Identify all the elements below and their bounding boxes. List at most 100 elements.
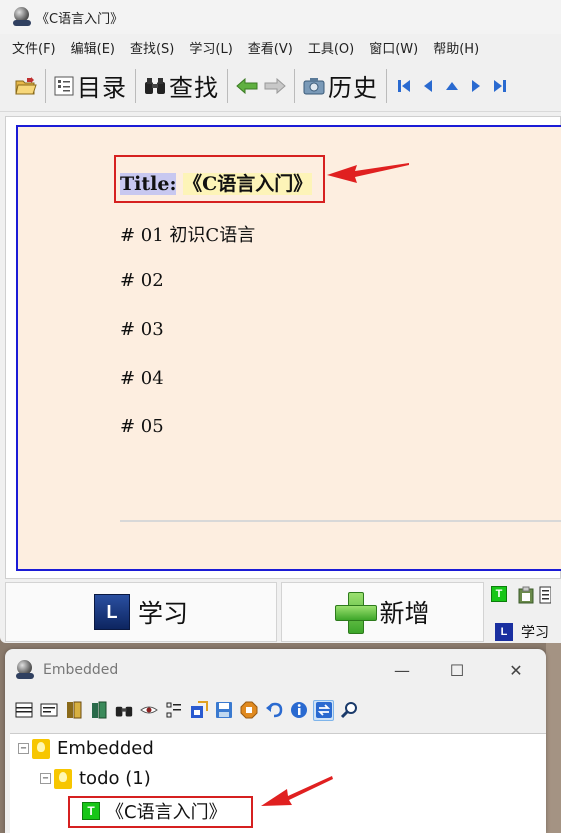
menu-view[interactable]: 查看(V) — [248, 38, 293, 57]
heading-03[interactable]: # 03 — [120, 319, 164, 340]
arrow-left-icon — [236, 77, 258, 94]
learn-button[interactable]: L 学习 — [5, 582, 277, 642]
lightbulb-icon — [32, 738, 50, 759]
minimize-icon[interactable]: — — [391, 659, 413, 681]
toc-icon — [54, 76, 74, 95]
learn-label: 学习 — [137, 599, 188, 628]
collapse-icon[interactable]: − — [18, 743, 29, 754]
close-icon[interactable]: ✕ — [505, 659, 527, 681]
skip-first-icon — [398, 79, 410, 92]
undo-icon[interactable] — [263, 700, 284, 721]
toolbar-separator — [227, 68, 228, 103]
menu-bar: 文件(F) 编辑(E) 查找(S) 学习(L) 查看(V) 工具(O) 窗口(W… — [0, 34, 561, 60]
next-button[interactable] — [464, 67, 488, 105]
find-button[interactable]: 查找 — [141, 67, 222, 105]
add-label: 新增 — [379, 599, 430, 628]
main-toolbar: 目录 查找 历史 — [0, 60, 561, 112]
first-page-button[interactable] — [392, 67, 416, 105]
menu-help[interactable]: 帮助(H) — [433, 38, 479, 57]
menu-window[interactable]: 窗口(W) — [369, 38, 418, 57]
heading-04[interactable]: # 04 — [120, 368, 164, 389]
title-bar: 《C语言入门》 — [0, 0, 561, 34]
binoculars-icon — [145, 77, 165, 94]
last-page-button[interactable] — [488, 67, 512, 105]
lightbulb-icon — [54, 768, 72, 789]
add-button[interactable]: 新增 — [281, 582, 484, 642]
menu-edit[interactable]: 编辑(E) — [71, 38, 115, 57]
menu-tools[interactable]: 工具(O) — [308, 38, 354, 57]
title-label: Title: — [120, 173, 177, 195]
document-view[interactable]: Title: 《C语言入门》 # 01 初识C语言 # 02 # 03 # 04… — [16, 125, 561, 571]
tree-todo-label: todo (1) — [79, 768, 151, 789]
back-button[interactable] — [233, 67, 261, 105]
title-value: 《C语言入门》 — [183, 173, 313, 195]
magnifier-icon[interactable] — [338, 700, 359, 721]
heading-02[interactable]: # 02 — [120, 270, 164, 291]
up-button[interactable] — [440, 67, 464, 105]
document-title: Title: 《C语言入门》 — [120, 169, 313, 196]
divider-line — [120, 520, 561, 522]
toc-label: 目录 — [77, 74, 127, 102]
prev-button[interactable] — [416, 67, 440, 105]
window-title: 《C语言入门》 — [36, 11, 124, 27]
menu-file[interactable]: 文件(F) — [12, 38, 56, 57]
save-icon[interactable] — [213, 700, 234, 721]
arrow-right-icon — [264, 77, 286, 94]
document-frame: Title: 《C语言入门》 # 01 初识C语言 # 02 # 03 # 04… — [5, 116, 561, 579]
toc-button[interactable]: 目录 — [51, 67, 130, 105]
stop-icon[interactable] — [238, 700, 259, 721]
leaf-highlight-box — [68, 796, 253, 828]
open-folder-button[interactable] — [12, 67, 40, 105]
main-window: 《C语言入门》 文件(F) 编辑(E) 查找(S) 学习(L) 查看(V) 工具… — [0, 0, 561, 643]
history-label: 历史 — [328, 74, 378, 102]
outline-icon[interactable] — [163, 700, 184, 721]
toolbar-separator — [45, 68, 46, 103]
book-icon[interactable] — [63, 700, 84, 721]
find-label: 查找 — [169, 74, 219, 102]
skip-last-icon — [494, 79, 506, 92]
tree-node-todo[interactable]: − todo (1) — [40, 768, 151, 789]
heading-05[interactable]: # 05 — [120, 416, 164, 437]
triangle-left-icon — [424, 79, 432, 92]
heading-01[interactable]: # 01 初识C语言 — [120, 221, 255, 247]
open-folder-icon — [15, 76, 37, 94]
embedded-title: Embedded — [43, 662, 119, 678]
mini-t-icon[interactable]: T — [491, 586, 507, 602]
toolbar-separator — [294, 68, 295, 103]
binoculars-icon[interactable] — [113, 700, 134, 721]
mini-learn-item[interactable]: L 学习 — [495, 622, 549, 642]
menu-learn[interactable]: 学习(L) — [189, 38, 232, 57]
tree-node-root[interactable]: − Embedded — [18, 738, 154, 759]
embedded-toolbar — [5, 691, 546, 729]
history-button[interactable]: 历史 — [300, 67, 381, 105]
clipboard-icon[interactable] — [517, 586, 535, 604]
triangle-right-icon — [472, 79, 480, 92]
info-icon[interactable] — [288, 700, 309, 721]
export-icon[interactable] — [188, 700, 209, 721]
eye-icon[interactable] — [138, 700, 159, 721]
title-highlight-box: Title: 《C语言入门》 — [114, 155, 325, 203]
tree-root-label: Embedded — [57, 738, 154, 759]
mini-learn-label: 学习 — [521, 625, 549, 641]
embedded-title-bar: Embedded — ☐ ✕ — [5, 649, 546, 691]
maximize-icon[interactable]: ☐ — [446, 659, 468, 681]
triangle-up-icon — [446, 81, 458, 90]
sync-icon[interactable] — [313, 699, 334, 721]
books-icon[interactable] — [88, 700, 109, 721]
menu-search[interactable]: 查找(S) — [130, 38, 174, 57]
app-globe-icon — [15, 660, 35, 680]
toolbar-separator — [135, 68, 136, 103]
forward-button[interactable] — [261, 67, 289, 105]
app-globe-icon — [12, 7, 32, 27]
list-icon[interactable] — [539, 586, 551, 604]
mini-toolbar-panel: T L 学习 — [487, 582, 561, 642]
background-strip — [546, 643, 561, 833]
mini-l-icon: L — [495, 623, 513, 641]
camera-icon — [303, 77, 325, 94]
plus-icon — [335, 592, 378, 634]
card-icon[interactable] — [38, 700, 59, 721]
collapse-icon[interactable]: − — [40, 773, 51, 784]
learn-l-icon: L — [93, 594, 130, 630]
rows-icon[interactable] — [13, 700, 34, 721]
toolbar-separator — [386, 68, 387, 103]
